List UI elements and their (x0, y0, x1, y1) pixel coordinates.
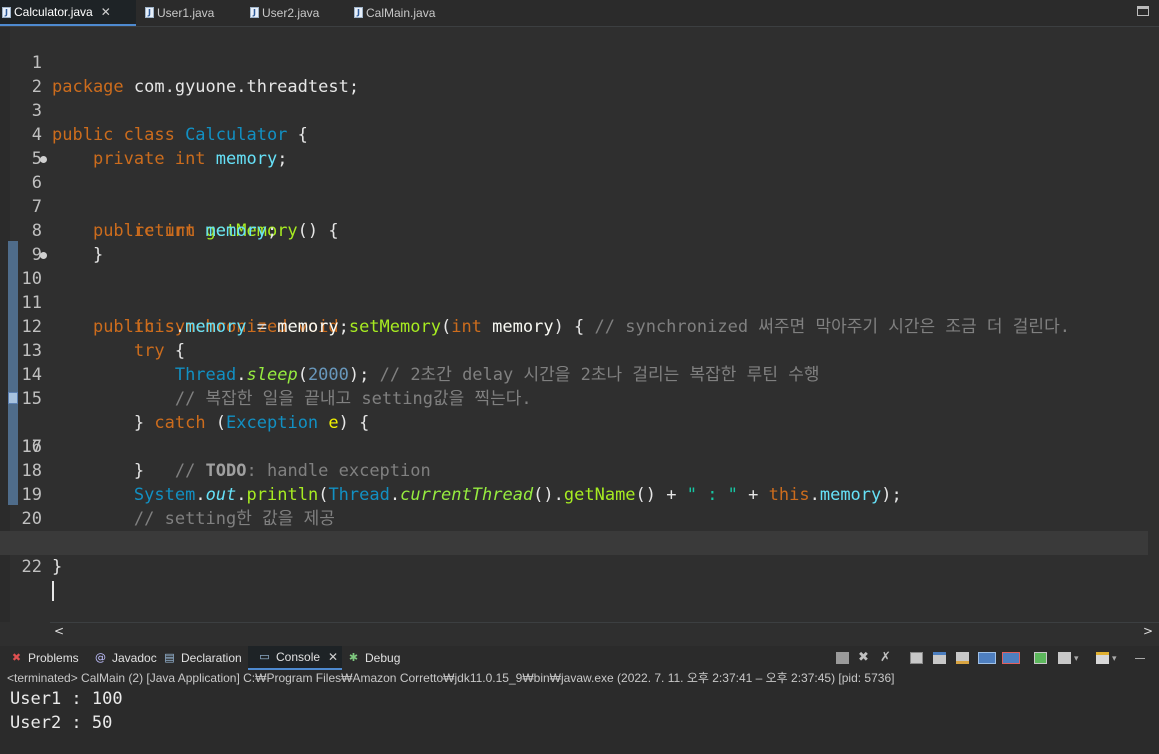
tab-calculator-java[interactable]: J Calculator.java ✕ (0, 0, 136, 26)
problems-icon: ✖ (11, 651, 22, 664)
tab-label: Problems (28, 651, 79, 665)
new-console-icon[interactable] (1096, 652, 1109, 664)
tab-user1-java[interactable]: J User1.java (143, 0, 243, 26)
console-line: User2 : 50 (10, 713, 113, 733)
fold-toggle-icon[interactable] (40, 156, 47, 163)
javadoc-icon: @ (95, 651, 106, 664)
chevron-down-icon[interactable]: ▾ (1112, 652, 1121, 664)
maximize-icon[interactable] (1137, 6, 1149, 16)
tab-calmain-java[interactable]: J CalMain.java (352, 0, 462, 26)
remove-all-terminated-icon[interactable]: ✗ (880, 651, 893, 664)
code-line: 6 public int getMemory() { (0, 147, 1148, 241)
close-icon[interactable]: ✕ (101, 5, 111, 19)
clear-console-icon[interactable] (910, 652, 923, 664)
code-line: 20 } (0, 483, 1148, 553)
tab-console[interactable]: ▭ Console ✕ (248, 646, 342, 670)
code-editor[interactable]: 1 package com.gyuone.threadtest; 2 3 pub… (0, 27, 1159, 622)
tab-declaration[interactable]: ▤ Declaration (153, 646, 248, 670)
remove-launch-icon[interactable]: ✖ (858, 651, 871, 664)
terminate-icon[interactable] (836, 652, 849, 664)
tab-label: CalMain.java (366, 6, 436, 20)
tab-label: Console (276, 650, 321, 664)
pin-console-icon[interactable] (1034, 652, 1047, 664)
task-marker-icon[interactable] (8, 392, 18, 404)
java-file-icon: J (250, 7, 259, 18)
code-line: 8 } (0, 195, 1148, 265)
console-output[interactable]: User1 : 100 User2 : 50 (0, 686, 1159, 754)
code-line: 11 this.memory = memory; (0, 267, 1148, 337)
code-line: 17 } (0, 411, 1148, 481)
tab-problems[interactable]: ✖ Problems (0, 646, 86, 670)
tab-label: Calculator.java (14, 5, 93, 19)
tab-label: Debug (365, 651, 401, 665)
tab-javadoc[interactable]: @ Javadoc (84, 646, 162, 670)
java-file-icon: J (354, 7, 363, 18)
code-line: 4 private int memory; (0, 99, 1148, 169)
tab-user2-java[interactable]: J User2.java (248, 0, 348, 26)
code-line: 13 Thread.sleep(2000); // 2초간 delay 시간을 … (0, 315, 1148, 385)
horizontal-scrollbar[interactable]: < > (50, 622, 1159, 639)
java-file-icon: J (145, 7, 154, 18)
code-line: 2 (0, 51, 1148, 97)
declaration-icon: ▤ (164, 651, 175, 664)
display-console-icon[interactable] (1058, 652, 1071, 664)
tab-debug[interactable]: ✱ Debug (337, 646, 407, 670)
code-line: 10 public synchronized void setMemory(in… (0, 243, 1148, 337)
text-cursor (52, 581, 54, 601)
scroll-lock-icon[interactable] (933, 652, 946, 664)
code-line: 7 return memory; (0, 171, 1148, 241)
console-description: <terminated> CalMain (2) [Java Applicati… (0, 670, 1159, 686)
tab-label: User2.java (262, 6, 320, 20)
debug-icon: ✱ (348, 651, 359, 664)
code-line: 1 package com.gyuone.threadtest; (0, 27, 1148, 97)
code-line: 3 public class Calculator { (0, 75, 1148, 145)
code-line-current: 22 (0, 531, 1148, 601)
code-line: 19 // setting한 값을 제공 (0, 459, 1148, 529)
code-line: 15 } catch (Exception e) { (0, 363, 1148, 433)
show-on-stdout-icon[interactable] (978, 652, 996, 664)
scroll-left-icon[interactable]: < (54, 624, 64, 638)
code-line: 21 } (0, 507, 1148, 577)
java-file-icon: J (2, 7, 11, 18)
tab-label: User1.java (157, 6, 215, 20)
code-line: 5 (0, 123, 1148, 169)
console-icon: ▭ (259, 650, 270, 663)
fold-toggle-icon[interactable] (40, 252, 47, 259)
editor-tab-bar: J Calculator.java ✕ J User1.java J User2… (0, 0, 1159, 27)
word-wrap-icon[interactable] (956, 652, 969, 664)
code-line: 9 (0, 219, 1148, 265)
code-line: 16 // TODO: handle exception (0, 387, 1148, 481)
code-line: 12 try { (0, 291, 1148, 361)
bottom-panel-tabs: ✖ Problems @ Javadoc ▤ Declaration ▭ Con… (0, 646, 1159, 670)
tab-label: Declaration (181, 651, 242, 665)
console-line: User1 : 100 (10, 689, 123, 709)
show-on-stderr-icon[interactable] (1002, 652, 1020, 664)
line-number: 22 (21, 557, 42, 577)
minimize-icon[interactable] (1135, 658, 1145, 659)
scroll-right-icon[interactable]: > (1143, 624, 1153, 638)
code-line: 18 System.out.println(Thread.currentThre… (0, 435, 1148, 505)
chevron-down-icon[interactable]: ▾ (1074, 652, 1083, 664)
code-line: 14 // 복잡한 일을 끝내고 setting값을 찍는다. (0, 339, 1148, 409)
tab-label: Javadoc (112, 651, 157, 665)
